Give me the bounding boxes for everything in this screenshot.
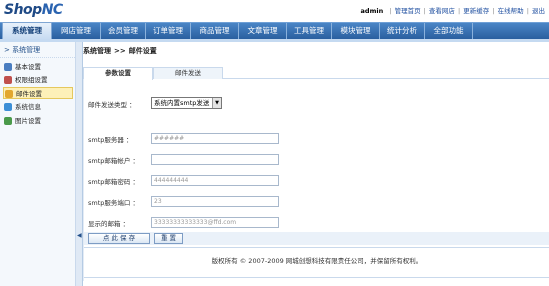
top-links: admin | 管理首页 | 查看网店 | 更新缓存 | 在线帮助 | 退出 [360, 7, 545, 15]
display-email-input[interactable]: 33333333333333@ffd.com [151, 217, 279, 228]
reset-button[interactable]: 重 置 [154, 233, 183, 244]
sidebar-item-label: 权限组设置 [15, 76, 48, 84]
smtp-password-label: smtp邮箱密码 ： [88, 178, 139, 186]
gear-icon [4, 63, 12, 71]
breadcrumb-section[interactable]: 系统管理 [83, 47, 111, 55]
nav-tab-system[interactable]: 系统管理 [2, 22, 52, 40]
smtp-port-label: smtp服务端口 ： [88, 199, 139, 207]
breadcrumb-separator: >> [114, 47, 126, 55]
smtp-account-input[interactable] [151, 154, 279, 165]
chevron-down-icon: ▼ [212, 98, 221, 108]
form-button-bar: 点 此 保 存 重 置 [84, 232, 549, 245]
breadcrumb: 系统管理 >> 邮件设置 [83, 46, 157, 56]
sidebar-title: > 系统管理 [0, 42, 75, 58]
sidebar: > 系统管理 基本设置 权限组设置 邮件设置 系统信息 图片设置 [0, 42, 76, 286]
breadcrumb-page: 邮件设置 [128, 47, 157, 55]
send-type-label: 邮件发送类型 ： [88, 101, 136, 109]
footer-divider [84, 247, 549, 248]
sidebar-item-label: 邮件设置 [16, 90, 42, 98]
smtp-server-input[interactable]: ###### [151, 133, 279, 144]
sidebar-item-email-settings[interactable]: 邮件设置 [3, 87, 73, 99]
send-type-select[interactable]: 系统内置smtp发送 ▼ [151, 97, 222, 109]
nav-tab-articles[interactable]: 文章管理 [239, 23, 287, 40]
link-online-help[interactable]: 在线帮助 [498, 7, 524, 15]
send-type-value: 系统内置smtp发送 [154, 99, 210, 107]
envelope-icon [5, 90, 13, 98]
link-update-cache[interactable]: 更新缓存 [463, 7, 489, 15]
main-nav: 系统管理 网店管理 会员管理 订单管理 商品管理 文章管理 工具管理 模块管理 … [0, 22, 549, 40]
link-admin-home[interactable]: 管理首页 [395, 7, 421, 15]
sidebar-item-basic-settings[interactable]: 基本设置 [3, 61, 73, 73]
nav-tab-goods[interactable]: 商品管理 [191, 23, 239, 40]
shopnc-logo[interactable]: ShopNC [4, 2, 63, 18]
logo-suffix: NC [41, 2, 64, 18]
top-bar: ShopNC admin | 管理首页 | 查看网店 | 更新缓存 | 在线帮助… [0, 0, 549, 22]
footer-bottom-divider [84, 277, 549, 278]
link-logout[interactable]: 退出 [532, 7, 545, 15]
sidebar-collapse-handle[interactable]: ◀ [76, 42, 83, 286]
nav-tab-orders[interactable]: 订单管理 [146, 23, 191, 40]
tab-email-sending[interactable]: 邮件发送 [153, 67, 223, 79]
smtp-account-label: smtp邮箱帐户 ： [88, 157, 139, 165]
sidebar-title-label: 系统管理 [12, 46, 41, 54]
image-icon [4, 117, 12, 125]
footer: 版权所有 © 2007-2009 网城创想科技有限责任公司，并保留所有权利。 [84, 247, 549, 278]
logo-brand: Shop [4, 2, 42, 18]
nav-tab-modules[interactable]: 模块管理 [332, 23, 380, 40]
sidebar-item-permission-groups[interactable]: 权限组设置 [3, 74, 73, 86]
display-email-label: 显示的邮箱 ： [88, 220, 130, 228]
nav-tab-shop[interactable]: 网店管理 [52, 23, 101, 40]
users-icon [4, 76, 12, 84]
current-user: admin [360, 7, 384, 15]
collapse-arrow-icon: ◀ [77, 232, 82, 239]
sidebar-item-label: 系统信息 [15, 103, 41, 111]
save-button[interactable]: 点 此 保 存 [88, 233, 150, 244]
nav-tab-tools[interactable]: 工具管理 [287, 23, 332, 40]
link-view-shop[interactable]: 查看网店 [429, 7, 455, 15]
smtp-port-input[interactable]: 23 [151, 196, 279, 207]
sidebar-item-label: 图片设置 [15, 117, 41, 125]
main-content: 系统管理 >> 邮件设置 参数设置 邮件发送 邮件发送类型 ： 系统内置smtp发送… [83, 42, 549, 286]
nav-tab-statistics[interactable]: 统计分析 [380, 23, 425, 40]
info-icon [4, 103, 12, 111]
sidebar-item-system-info[interactable]: 系统信息 [3, 101, 73, 113]
smtp-password-input[interactable]: 444444444 [151, 175, 279, 186]
sidebar-item-label: 基本设置 [15, 63, 41, 71]
nav-tab-members[interactable]: 会员管理 [101, 23, 146, 40]
settings-tabs: 参数设置 邮件发送 [83, 67, 549, 80]
sidebar-item-image-settings[interactable]: 图片设置 [3, 115, 73, 127]
nav-tab-all-functions[interactable]: 全部功能 [425, 23, 473, 40]
smtp-server-label: smtp服务器 ： [88, 136, 133, 144]
email-settings-form: 邮件发送类型 ： 系统内置smtp发送 ▼ smtp服务器 ： ###### s… [83, 79, 549, 281]
expand-arrow-icon: > [4, 46, 10, 54]
copyright-text: 版权所有 © 2007-2009 网城创想科技有限责任公司，并保留所有权利。 [211, 257, 423, 265]
